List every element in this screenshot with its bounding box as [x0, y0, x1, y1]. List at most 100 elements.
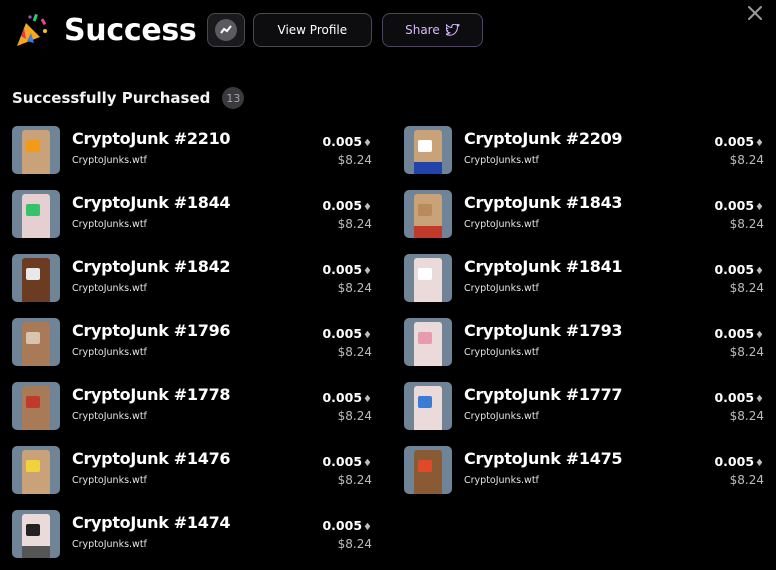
page-title: Success [64, 12, 197, 48]
item-price-usd: $8.24 [337, 473, 372, 487]
nft-thumbnail[interactable] [12, 254, 60, 302]
item-name[interactable]: CryptoJunk #1841 [464, 257, 623, 276]
item-name[interactable]: CryptoJunk #1778 [72, 385, 231, 404]
price-eth-value: 0.005 [322, 454, 363, 469]
nft-thumbnail[interactable] [404, 382, 452, 430]
eth-icon: ♦ [363, 330, 372, 341]
price-eth-value: 0.005 [322, 326, 363, 341]
list-item[interactable]: CryptoJunk #1793 CryptoJunks.wtf 0.005♦ … [404, 318, 766, 368]
list-item[interactable]: CryptoJunk #1475 CryptoJunks.wtf 0.005♦ … [404, 446, 766, 496]
nft-pants [414, 482, 442, 494]
item-name[interactable]: CryptoJunk #1843 [464, 193, 623, 212]
item-name[interactable]: CryptoJunk #1777 [464, 385, 623, 404]
item-price-eth: 0.005♦ [322, 326, 372, 341]
list-item[interactable]: CryptoJunk #1841 CryptoJunks.wtf 0.005♦ … [404, 254, 766, 304]
purchase-count-badge: 13 [222, 87, 245, 109]
price-eth-value: 0.005 [714, 262, 755, 277]
item-price-eth: 0.005♦ [714, 326, 764, 341]
list-item[interactable]: CryptoJunk #1842 CryptoJunks.wtf 0.005♦ … [12, 254, 374, 304]
item-name[interactable]: CryptoJunk #1476 [72, 449, 231, 468]
list-item[interactable]: CryptoJunk #2210 CryptoJunks.wtf 0.005♦ … [12, 126, 374, 176]
list-item[interactable]: CryptoJunk #1844 CryptoJunks.wtf 0.005♦ … [12, 190, 374, 240]
nft-accessory [26, 524, 40, 536]
nft-pants [22, 546, 50, 558]
item-name[interactable]: CryptoJunk #1842 [72, 257, 231, 276]
nft-pants [22, 482, 50, 494]
list-item[interactable]: CryptoJunk #1474 CryptoJunks.wtf 0.005♦ … [12, 510, 374, 560]
list-item[interactable]: CryptoJunk #1778 CryptoJunks.wtf 0.005♦ … [12, 382, 374, 432]
eth-icon: ♦ [755, 138, 764, 149]
nft-thumbnail[interactable] [404, 126, 452, 174]
nft-pants [414, 354, 442, 366]
nft-accessory [26, 204, 40, 216]
nft-thumbnail[interactable] [404, 318, 452, 366]
item-price-eth: 0.005♦ [714, 454, 764, 469]
item-price-eth: 0.005♦ [322, 518, 372, 533]
item-collection: CryptoJunks.wtf [72, 411, 147, 422]
item-collection: CryptoJunks.wtf [72, 155, 147, 166]
item-price-eth: 0.005♦ [714, 262, 764, 277]
nft-thumbnail[interactable] [12, 318, 60, 366]
item-price-eth: 0.005♦ [714, 198, 764, 213]
item-collection: CryptoJunks.wtf [72, 539, 147, 550]
item-collection: CryptoJunks.wtf [464, 411, 539, 422]
price-eth-value: 0.005 [714, 326, 755, 341]
item-price-usd: $8.24 [729, 409, 764, 423]
nft-thumbnail[interactable] [12, 190, 60, 238]
nft-accessory [26, 268, 40, 280]
nft-thumbnail[interactable] [12, 126, 60, 174]
item-name[interactable]: CryptoJunk #2209 [464, 129, 623, 148]
item-collection: CryptoJunks.wtf [464, 475, 539, 486]
item-name[interactable]: CryptoJunk #1796 [72, 321, 231, 340]
eth-icon: ♦ [363, 138, 372, 149]
list-item[interactable]: CryptoJunk #1476 CryptoJunks.wtf 0.005♦ … [12, 446, 374, 496]
nft-thumbnail[interactable] [404, 254, 452, 302]
nft-thumbnail[interactable] [404, 446, 452, 494]
item-collection: CryptoJunks.wtf [464, 347, 539, 358]
eth-icon: ♦ [363, 522, 372, 533]
nft-pants [22, 354, 50, 366]
eth-icon: ♦ [755, 266, 764, 277]
item-price-usd: $8.24 [729, 281, 764, 295]
price-eth-value: 0.005 [714, 454, 755, 469]
price-eth-value: 0.005 [714, 390, 755, 405]
price-eth-value: 0.005 [322, 262, 363, 277]
price-eth-value: 0.005 [714, 134, 755, 149]
item-name[interactable]: CryptoJunk #1474 [72, 513, 231, 532]
list-item[interactable]: CryptoJunk #1843 CryptoJunks.wtf 0.005♦ … [404, 190, 766, 240]
nft-pants [22, 226, 50, 238]
eth-icon: ♦ [755, 330, 764, 341]
list-item[interactable]: CryptoJunk #1796 CryptoJunks.wtf 0.005♦ … [12, 318, 374, 368]
nft-pants [22, 418, 50, 430]
header: Success View Profile Share [14, 10, 493, 50]
close-icon[interactable] [746, 4, 764, 22]
nft-accessory [418, 396, 432, 408]
price-eth-value: 0.005 [714, 198, 755, 213]
section-header: Successfully Purchased 13 [12, 87, 245, 109]
nft-accessory [418, 140, 432, 152]
eth-icon: ♦ [363, 202, 372, 213]
item-price-eth: 0.005♦ [322, 198, 372, 213]
list-item[interactable]: CryptoJunk #2209 CryptoJunks.wtf 0.005♦ … [404, 126, 766, 176]
nft-thumbnail[interactable] [12, 446, 60, 494]
item-name[interactable]: CryptoJunk #1793 [464, 321, 623, 340]
price-eth-value: 0.005 [322, 390, 363, 405]
twitter-icon [445, 24, 460, 36]
item-name[interactable]: CryptoJunk #1844 [72, 193, 231, 212]
list-item[interactable]: CryptoJunk #1777 CryptoJunks.wtf 0.005♦ … [404, 382, 766, 432]
eth-icon: ♦ [363, 266, 372, 277]
price-eth-value: 0.005 [322, 198, 363, 213]
price-eth-value: 0.005 [322, 134, 363, 149]
nft-thumbnail[interactable] [404, 190, 452, 238]
item-price-eth: 0.005♦ [322, 134, 372, 149]
nft-thumbnail[interactable] [12, 382, 60, 430]
view-profile-button[interactable]: View Profile [252, 13, 373, 47]
nft-pants [22, 162, 50, 174]
share-button[interactable]: Share [382, 13, 483, 47]
eth-icon: ♦ [363, 394, 372, 405]
nft-thumbnail[interactable] [12, 510, 60, 558]
item-name[interactable]: CryptoJunk #2210 [72, 129, 231, 148]
nft-accessory [26, 332, 40, 344]
item-name[interactable]: CryptoJunk #1475 [464, 449, 623, 468]
rarity-button[interactable] [206, 13, 245, 47]
